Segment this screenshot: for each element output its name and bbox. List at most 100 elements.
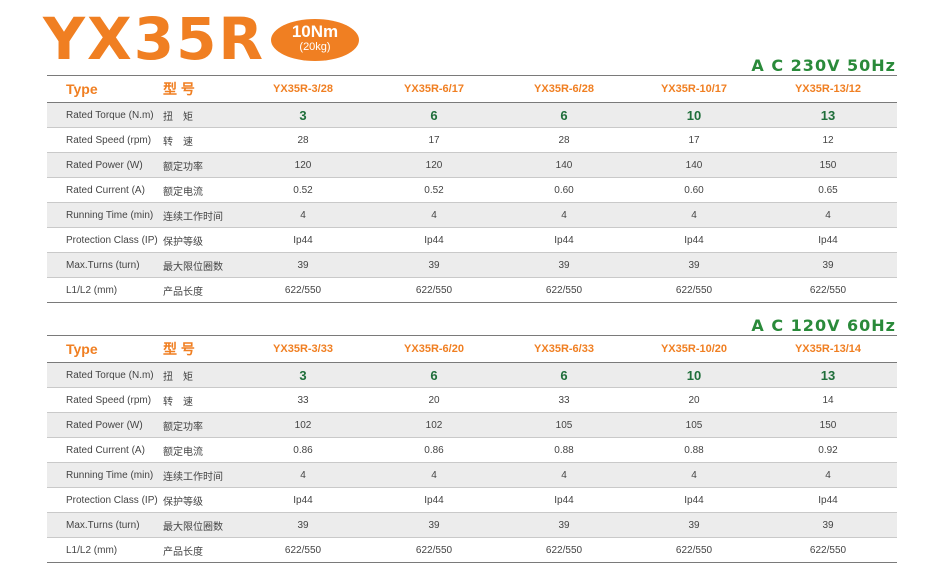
voltage-label-230v: A C 230V 50Hz [751, 56, 896, 75]
table-cell: 622/550 [369, 277, 499, 303]
table-row-length: L1/L2 (mm) 产品长度 622/550 622/550 622/550 622/5… [47, 537, 897, 563]
product-title: YX35R [43, 5, 266, 73]
table-header-row: Type 型 号 YX35R-3/33 YX35R-6/20 YX35R-6/33 YX3… [47, 335, 897, 363]
table-cell: 13 [759, 102, 897, 128]
table-cell: 4 [629, 462, 759, 488]
table-cell: 4 [237, 462, 369, 488]
table-cell: 39 [369, 252, 499, 278]
table-cell: 622/550 [237, 537, 369, 563]
table-row-rated-speed: Rated Speed (rpm) 转 速 33 20 33 20 14 [47, 387, 897, 413]
table-row-rated-current: Rated Current (A) 额定电流 0.86 0.86 0.88 0.88 0.9… [47, 437, 897, 463]
table-row-running-time: Running Time (min) 连续工作时间 4 4 4 4 4 [47, 202, 897, 228]
row-label-en: Running Time (min) [47, 462, 157, 488]
table-cell: 622/550 [369, 537, 499, 563]
row-label-en: Rated Current (A) [47, 177, 157, 203]
row-label-en: Running Time (min) [47, 202, 157, 228]
row-label-cn: 扭 矩 [157, 362, 237, 388]
row-label-en: Max.Turns (turn) [47, 512, 157, 538]
table-cell: 14 [759, 387, 897, 413]
row-label-en: Rated Power (W) [47, 412, 157, 438]
table-cell: 120 [369, 152, 499, 178]
row-label-en: Rated Speed (rpm) [47, 387, 157, 413]
table-cell: 622/550 [499, 537, 629, 563]
badge-weight: (20kg) [299, 41, 331, 53]
table-cell: 0.86 [369, 437, 499, 463]
table-cell: 20 [369, 387, 499, 413]
table-cell: 150 [759, 412, 897, 438]
table-cell: 622/550 [629, 277, 759, 303]
table-cell: 6 [499, 362, 629, 388]
row-label-cn: 扭 矩 [157, 102, 237, 128]
table-cell: Ip44 [629, 487, 759, 513]
table-cell: Ip44 [369, 487, 499, 513]
table-cell: 17 [369, 127, 499, 153]
spec-table-120v: Type 型 号 YX35R-3/33 YX35R-6/20 YX35R-6/33 YX3… [47, 335, 897, 563]
table-cell: 4 [759, 202, 897, 228]
table-cell: 0.52 [237, 177, 369, 203]
row-label-en: Rated Torque (N.m) [47, 102, 157, 128]
row-label-cn: 产品长度 [157, 277, 237, 303]
table-cell: 0.60 [499, 177, 629, 203]
row-label-cn: 最大限位圈数 [157, 512, 237, 538]
table-cell: 6 [499, 102, 629, 128]
row-label-cn: 保护等级 [157, 227, 237, 253]
table-cell: 39 [759, 512, 897, 538]
table-cell: 6 [369, 362, 499, 388]
table-cell: 622/550 [629, 537, 759, 563]
table-row-running-time: Running Time (min) 连续工作时间 4 4 4 4 4 [47, 462, 897, 488]
table-cell: 0.88 [499, 437, 629, 463]
table-cell: 28 [499, 127, 629, 153]
table-cell: 0.86 [237, 437, 369, 463]
table-cell: 3 [237, 102, 369, 128]
table-cell: 120 [237, 152, 369, 178]
table-cell: 39 [369, 512, 499, 538]
table-cell: 0.88 [629, 437, 759, 463]
row-label-cn: 连续工作时间 [157, 462, 237, 488]
table-cell: Ip44 [499, 227, 629, 253]
model-name: YX35R-3/28 [237, 75, 369, 103]
table-cell: 10 [629, 362, 759, 388]
type-label-en: Type [47, 335, 157, 363]
row-label-en: L1/L2 (mm) [47, 277, 157, 303]
table-cell: 140 [499, 152, 629, 178]
row-label-cn: 转 速 [157, 127, 237, 153]
row-label-cn: 额定电流 [157, 177, 237, 203]
table-cell: 39 [629, 252, 759, 278]
table-cell: 39 [629, 512, 759, 538]
type-label-cn: 型 号 [157, 75, 237, 103]
model-name: YX35R-6/28 [499, 75, 629, 103]
type-label-cn: 型 号 [157, 335, 237, 363]
table-cell: 0.92 [759, 437, 897, 463]
table-cell: 102 [237, 412, 369, 438]
table-cell: 39 [499, 512, 629, 538]
table-cell: 33 [237, 387, 369, 413]
table-cell: 102 [369, 412, 499, 438]
badge-torque: 10Nm [291, 22, 339, 41]
table-cell: 4 [629, 202, 759, 228]
table-cell: 4 [237, 202, 369, 228]
table-cell: 39 [237, 512, 369, 538]
model-name: YX35R-6/33 [499, 335, 629, 363]
table-cell: 105 [499, 412, 629, 438]
table-cell: 3 [237, 362, 369, 388]
table-cell: Ip44 [237, 227, 369, 253]
voltage-label-120v: A C 120V 60Hz [751, 316, 896, 335]
table-cell: Ip44 [759, 487, 897, 513]
table-row-rated-power: Rated Power (W) 额定功率 102 102 105 105 150 [47, 412, 897, 438]
table-cell: Ip44 [629, 227, 759, 253]
table-cell: 622/550 [237, 277, 369, 303]
row-label-en: Max.Turns (turn) [47, 252, 157, 278]
row-label-cn: 额定电流 [157, 437, 237, 463]
table-cell: 10 [629, 102, 759, 128]
table-cell: 39 [759, 252, 897, 278]
table-row-max-turns: Max.Turns (turn) 最大限位圈数 39 39 39 39 39 [47, 252, 897, 278]
table-row-rated-speed: Rated Speed (rpm) 转 速 28 17 28 17 12 [47, 127, 897, 153]
table-cell: 150 [759, 152, 897, 178]
model-name: YX35R-10/20 [629, 335, 759, 363]
table-row-max-turns: Max.Turns (turn) 最大限位圈数 39 39 39 39 39 [47, 512, 897, 538]
table-cell: 33 [499, 387, 629, 413]
model-name: YX35R-6/17 [369, 75, 499, 103]
table-cell: 4 [499, 462, 629, 488]
row-label-cn: 额定功率 [157, 152, 237, 178]
row-label-en: L1/L2 (mm) [47, 537, 157, 563]
